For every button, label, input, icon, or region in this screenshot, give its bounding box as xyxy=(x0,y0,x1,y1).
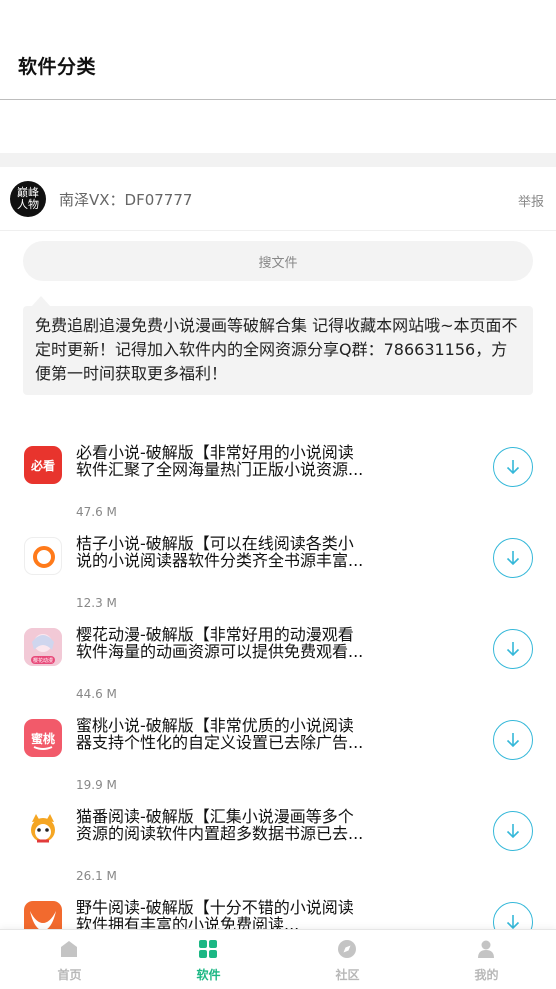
app-size: 44.6 M xyxy=(76,687,117,701)
yinghua-icon: 樱花动漫 xyxy=(24,628,62,666)
download-button[interactable] xyxy=(493,538,533,578)
svg-text:必看: 必看 xyxy=(30,458,55,473)
download-button[interactable] xyxy=(493,902,533,930)
download-arrow-icon xyxy=(506,824,520,839)
download-arrow-icon xyxy=(506,551,520,566)
list-item[interactable]: 必看 必看小说-破解版【非常好用的小说阅读软件汇聚了全网海量热门正版小说资源..… xyxy=(0,440,556,530)
mitao-icon: 蜜桃 xyxy=(24,719,62,757)
list-item[interactable]: 樱花动漫 樱花动漫-破解版【非常好用的动漫观看软件海量的动画资源可以提供免费观看… xyxy=(0,622,556,712)
avatar[interactable]: 巅峰人物 xyxy=(10,181,46,217)
tab-label: 我的 xyxy=(474,968,499,982)
search-files-button[interactable]: 搜文件 xyxy=(23,241,533,281)
tab-community[interactable]: 社区 xyxy=(278,930,417,989)
page-title: 软件分类 xyxy=(18,56,97,78)
list-item[interactable]: 桔子小说-破解版【可以在线阅读各类小说的小说阅读器软件分类齐全书源丰富... 1… xyxy=(0,531,556,621)
author-row: 巅峰人物 南泽VX：DF07777 举报 xyxy=(0,167,556,231)
notice-box: 免费追剧追漫免费小说漫画等破解合集 记得收藏本网站哦~本页面不定时更新！记得加入… xyxy=(23,306,533,395)
app-title[interactable]: 必看小说-破解版【非常好用的小说阅读软件汇聚了全网海量热门正版小说资源... xyxy=(76,444,366,478)
maofan-icon xyxy=(24,810,62,848)
list-item[interactable]: 猫番阅读-破解版【汇集小说漫画等多个资源的阅读软件内置超多数据书源已去... 2… xyxy=(0,804,556,894)
report-link[interactable]: 举报 xyxy=(518,191,544,210)
app-size: 47.6 M xyxy=(76,505,117,519)
download-button[interactable] xyxy=(493,447,533,487)
svg-text:樱花动漫: 樱花动漫 xyxy=(33,657,53,664)
compass-icon xyxy=(338,940,356,958)
svg-text:蜜桃: 蜜桃 xyxy=(31,731,55,746)
app-size: 19.9 M xyxy=(76,778,117,792)
tab-software[interactable]: 软件 xyxy=(139,930,278,989)
app-title[interactable]: 蜜桃小说-破解版【非常优质的小说阅读器支持个性化的自定义设置已去除广告... xyxy=(76,717,366,751)
download-arrow-icon xyxy=(506,642,520,657)
search-label: 搜文件 xyxy=(258,256,298,271)
avatar-logo-text: 巅峰人物 xyxy=(17,186,39,211)
download-button[interactable] xyxy=(493,629,533,669)
author-name[interactable]: 南泽VX：DF07777 xyxy=(59,189,192,210)
tab-label: 社区 xyxy=(335,968,360,982)
download-button[interactable] xyxy=(493,811,533,851)
user-icon xyxy=(478,940,494,958)
home-icon xyxy=(61,941,77,957)
app-title[interactable]: 樱花动漫-破解版【非常好用的动漫观看软件海量的动画资源可以提供免费观看... xyxy=(76,626,366,660)
app-title[interactable]: 桔子小说-破解版【可以在线阅读各类小说的小说阅读器软件分类齐全书源丰富... xyxy=(76,535,366,569)
section-divider xyxy=(0,153,556,167)
app-size: 26.1 M xyxy=(76,869,117,883)
tab-home[interactable]: 首页 xyxy=(0,930,139,989)
notice-text: 免费追剧追漫免费小说漫画等破解合集 记得收藏本网站哦~本页面不定时更新！记得加入… xyxy=(35,316,518,383)
app-title[interactable]: 猫番阅读-破解版【汇集小说漫画等多个资源的阅读软件内置超多数据书源已去... xyxy=(76,808,366,842)
juzi-icon xyxy=(24,537,62,575)
download-arrow-icon xyxy=(506,915,520,930)
yeniu-icon xyxy=(24,901,62,930)
download-arrow-icon xyxy=(506,733,520,748)
app-title[interactable]: 野牛阅读-破解版【十分不错的小说阅读软件拥有丰富的小说免费阅读... xyxy=(76,899,366,930)
bottom-tab-bar: 首页 软件 社区 我的 xyxy=(0,929,556,989)
app-size: 12.3 M xyxy=(76,596,117,610)
bikan-icon: 必看 xyxy=(24,446,62,484)
download-arrow-icon xyxy=(506,460,520,475)
list-item[interactable]: 野牛阅读-破解版【十分不错的小说阅读软件拥有丰富的小说免费阅读... xyxy=(0,895,556,930)
tab-label: 首页 xyxy=(57,968,82,982)
notice-pointer xyxy=(32,296,50,306)
tab-label: 软件 xyxy=(196,968,221,982)
app-list: 必看 必看小说-破解版【非常好用的小说阅读软件汇聚了全网海量热门正版小说资源..… xyxy=(0,440,556,930)
download-button[interactable] xyxy=(493,720,533,760)
top-bar: 软件分类 xyxy=(0,0,556,100)
list-item[interactable]: 蜜桃 蜜桃小说-破解版【非常优质的小说阅读器支持个性化的自定义设置已去除广告..… xyxy=(0,713,556,803)
apps-icon xyxy=(199,940,217,958)
tab-profile[interactable]: 我的 xyxy=(417,930,556,989)
